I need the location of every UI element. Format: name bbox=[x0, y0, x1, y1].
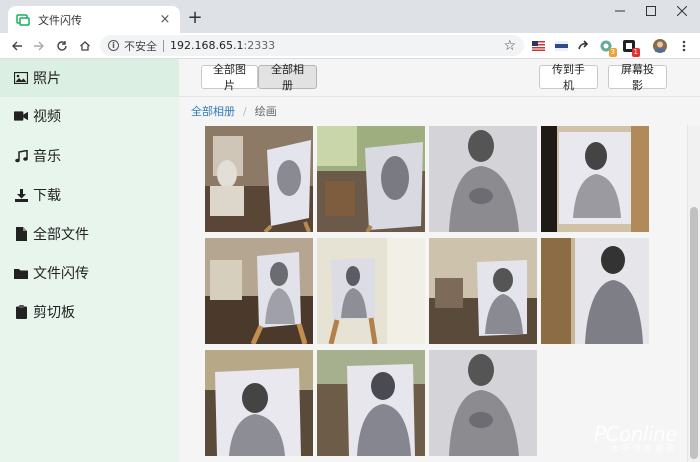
photo-grid: PConline 太平洋电脑网 bbox=[179, 125, 687, 462]
screen-cast-button[interactable]: 屏幕投影 bbox=[608, 63, 667, 92]
photo-thumbnail[interactable] bbox=[205, 350, 313, 456]
watermark: PConline 太平洋电脑网 bbox=[593, 422, 678, 454]
extension-arrow-icon[interactable] bbox=[576, 39, 590, 53]
all-photos-button[interactable]: 全部图片 bbox=[201, 63, 258, 92]
avatar[interactable] bbox=[653, 39, 667, 53]
maximize-icon[interactable] bbox=[636, 4, 666, 18]
photo-thumbnail[interactable] bbox=[429, 350, 537, 456]
extension-square-icon[interactable]: 1 bbox=[622, 39, 640, 57]
app-favicon-icon bbox=[16, 13, 30, 27]
breadcrumb-separator: / bbox=[243, 104, 247, 118]
sidebar-item-clipboard[interactable]: 剪切板 bbox=[0, 293, 179, 331]
minimize-icon[interactable] bbox=[605, 4, 635, 18]
sidebar: 照片 视频 音乐 下载 全部文件 文件闪传 剪切板 bbox=[0, 59, 179, 462]
breadcrumb-current: 绘画 bbox=[254, 105, 277, 118]
sidebar-item-label: 视频 bbox=[33, 109, 61, 125]
extension-circle-icon[interactable]: 3 bbox=[599, 39, 617, 57]
send-to-phone-button[interactable]: 传到手机 bbox=[539, 63, 598, 92]
photo-thumbnail[interactable] bbox=[429, 238, 537, 344]
back-arrow-icon[interactable] bbox=[8, 37, 26, 55]
watermark-logo-text: PConline bbox=[593, 422, 678, 446]
sidebar-item-all-files[interactable]: 全部文件 bbox=[0, 215, 179, 253]
photo-thumbnail[interactable] bbox=[317, 350, 425, 456]
photo-thumbnail[interactable] bbox=[205, 126, 313, 232]
home-icon[interactable] bbox=[76, 37, 94, 55]
main-content: 全部图片 全部相册 传到手机 屏幕投影 全部相册 / 绘画 PConline 太… bbox=[179, 59, 700, 462]
sidebar-item-file-transfer[interactable]: 文件闪传 bbox=[0, 254, 179, 292]
photo-thumbnail[interactable] bbox=[205, 238, 313, 344]
scrollbar-thumb[interactable] bbox=[690, 207, 698, 459]
tab-strip: 文件闪传 × + bbox=[0, 0, 700, 33]
photo-thumbnail[interactable] bbox=[317, 126, 425, 232]
sidebar-item-label: 照片 bbox=[33, 71, 61, 87]
download-icon bbox=[14, 188, 28, 202]
sidebar-item-label: 全部文件 bbox=[33, 227, 89, 243]
photo-thumbnail[interactable] bbox=[429, 126, 537, 232]
extension-bar-icon[interactable] bbox=[554, 39, 568, 53]
vertical-scrollbar[interactable] bbox=[687, 125, 700, 462]
browser-toolbar: i 不安全 192.168.65.1 :2333 ☆ 3 1 bbox=[0, 33, 700, 59]
breadcrumb-all-albums-link[interactable]: 全部相册 bbox=[191, 103, 235, 119]
sidebar-item-downloads[interactable]: 下载 bbox=[0, 176, 179, 214]
close-window-icon[interactable] bbox=[667, 4, 697, 18]
sidebar-item-photos[interactable]: 照片 bbox=[0, 59, 179, 97]
tab-title: 文件闪传 bbox=[38, 13, 82, 27]
clipboard-icon bbox=[14, 305, 28, 319]
file-icon bbox=[14, 227, 28, 241]
url-port: :2333 bbox=[243, 39, 276, 52]
music-icon bbox=[14, 149, 28, 163]
extension-badge: 3 bbox=[608, 48, 617, 57]
image-icon bbox=[14, 71, 28, 85]
video-icon bbox=[14, 109, 28, 123]
sidebar-item-label: 音乐 bbox=[33, 149, 61, 165]
us-flag-icon[interactable] bbox=[531, 39, 545, 53]
url-host: 192.168.65.1 bbox=[170, 39, 244, 52]
omnibox-divider bbox=[163, 39, 164, 52]
photo-thumbnail[interactable] bbox=[541, 126, 649, 232]
forward-arrow-icon[interactable] bbox=[30, 37, 48, 55]
tab-close-icon[interactable]: × bbox=[158, 12, 172, 27]
all-albums-button[interactable]: 全部相册 bbox=[258, 63, 317, 92]
photo-thumbnail[interactable] bbox=[541, 238, 649, 344]
new-tab-button[interactable]: + bbox=[186, 8, 204, 28]
view-toolbar: 全部图片 全部相册 传到手机 屏幕投影 bbox=[179, 59, 700, 97]
sidebar-item-videos[interactable]: 视频 bbox=[0, 97, 179, 135]
sidebar-item-label: 剪切板 bbox=[33, 305, 75, 321]
address-bar[interactable]: i 不安全 192.168.65.1 :2333 ☆ bbox=[100, 35, 524, 56]
photo-thumbnail[interactable] bbox=[317, 238, 425, 344]
folder-icon bbox=[14, 266, 28, 280]
sidebar-item-music[interactable]: 音乐 bbox=[0, 137, 179, 175]
bookmark-star-icon[interactable]: ☆ bbox=[503, 38, 516, 54]
menu-dots-icon[interactable] bbox=[677, 39, 691, 53]
browser-tab[interactable]: 文件闪传 × bbox=[8, 6, 180, 33]
info-icon[interactable]: i bbox=[108, 40, 119, 51]
reload-icon[interactable] bbox=[53, 37, 71, 55]
sidebar-item-label: 下载 bbox=[33, 188, 61, 204]
sidebar-item-label: 文件闪传 bbox=[33, 266, 89, 282]
security-label: 不安全 bbox=[124, 39, 157, 53]
breadcrumb: 全部相册 / 绘画 bbox=[179, 97, 700, 125]
extension-badge: 1 bbox=[631, 48, 640, 57]
